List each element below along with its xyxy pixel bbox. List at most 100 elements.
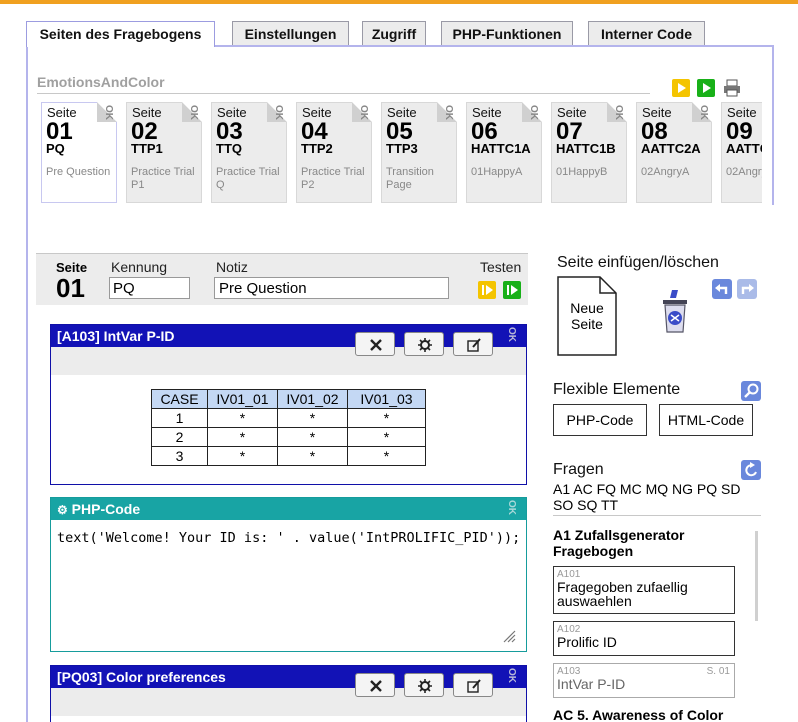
table-cell: * [347, 408, 426, 428]
page-card-code: TTP3 [386, 141, 418, 156]
page-card-code: PQ [46, 141, 65, 156]
question-text: IntVar P-ID [557, 676, 626, 692]
ok-mark: OK [443, 105, 454, 120]
page-card-code: AATTC2B [726, 141, 762, 156]
test-page-icon[interactable] [478, 281, 496, 299]
php-code-text[interactable]: text('Welcome! Your ID is: ' . value('In… [57, 530, 520, 546]
tab-settings[interactable]: Einstellungen [232, 21, 349, 45]
tab-pages[interactable]: Seiten des Fragebogens [26, 21, 215, 47]
question-text: Fragegoben zufaellig auswaehlen [557, 579, 688, 609]
tab-php-functions[interactable]: PHP-Funktionen [441, 21, 573, 45]
settings-button[interactable] [404, 673, 444, 697]
divider [553, 515, 761, 516]
page-card-01[interactable]: Seite 01 PQ Pre Question OK [41, 102, 117, 203]
table-cell: * [347, 427, 426, 447]
redo-icon[interactable] [737, 279, 757, 299]
table-cell: * [207, 427, 278, 447]
page-card-note: 02AngryA [641, 166, 690, 178]
testen-label: Testen [480, 259, 522, 275]
remove-button[interactable] [355, 673, 395, 697]
page-card-code: AATTC2A [641, 141, 701, 156]
table-cell: 3 [151, 446, 208, 466]
page-card-02[interactable]: Seite 02 TTP1 Practice Trial P1 OK [126, 102, 202, 203]
color-preferences-box: [PQ03] Color preferences OK [50, 665, 527, 722]
page-card-note: 01HappyA [471, 166, 523, 178]
kennung-input[interactable] [109, 277, 190, 299]
divider [37, 93, 650, 94]
ok-mark: OK [698, 105, 709, 120]
question-item-a101[interactable]: A101 Fragegoben zufaellig auswaehlen [553, 566, 735, 614]
table-cell: * [277, 408, 348, 428]
question-group-a1[interactable]: A1 Zufallsgenerator Fragebogen [553, 527, 684, 559]
ok-mark: OK [273, 105, 284, 120]
settings-button[interactable] [404, 332, 444, 356]
edit-button[interactable] [453, 673, 493, 697]
kennung-label: Kennung [111, 259, 168, 275]
question-type-filter[interactable]: A1 AC FQ MC MQ NG PQ SD SO SQ TT [553, 481, 753, 513]
table-cell: * [207, 446, 278, 466]
page-card-code: HATTC1A [471, 141, 531, 156]
intvar-box-title: [A103] IntVar P-ID [57, 328, 175, 344]
page-card-03[interactable]: Seite 03 TTQ Practice Trial Q OK [211, 102, 287, 203]
new-page-label-1: Neue [570, 300, 604, 316]
page-card-note: Pre Question [46, 166, 111, 178]
tab-internal-code[interactable]: Interner Code [588, 21, 705, 45]
group-title-line-1: A1 Zufallsgenerator [553, 527, 685, 543]
page-card-07[interactable]: Seite 07 HATTC1B 01HappyB OK [551, 102, 627, 203]
ok-mark: OK [188, 105, 199, 120]
table-header-cell: IV01_01 [207, 389, 278, 409]
edit-button[interactable] [453, 332, 493, 356]
table-row: 1 * * * [151, 408, 426, 428]
new-page-label-2: Seite [571, 316, 603, 332]
ok-mark: OK [528, 105, 539, 120]
question-group-ac[interactable]: AC 5. Awareness of Color [553, 707, 723, 722]
close-icon [370, 680, 382, 692]
resize-handle-icon[interactable] [500, 627, 516, 643]
table-cell: * [277, 427, 348, 447]
group-title-line-2: Fragebogen [553, 543, 634, 559]
notiz-input[interactable] [214, 277, 449, 299]
page-card-04[interactable]: Seite 04 TTP2 Practice Trial P2 OK [296, 102, 372, 203]
page-card-05[interactable]: Seite 05 TTP3 Transition Page OK [381, 102, 457, 203]
tab-access[interactable]: Zugriff [362, 21, 426, 45]
php-box-title: PHP-Code [71, 501, 141, 517]
page-card-code: TTP2 [301, 141, 333, 156]
page-card-note: 01HappyB [556, 166, 608, 178]
test-questionnaire-icon[interactable] [697, 79, 715, 97]
html-code-button[interactable]: HTML-Code [659, 404, 753, 436]
print-icon[interactable] [722, 78, 740, 97]
insert-delete-title: Seite einfügen/löschen [557, 254, 719, 271]
php-box-header: ⚙ PHP-Code OK [51, 498, 526, 520]
ok-mark: OK [103, 105, 114, 120]
questions-scrollbar[interactable] [755, 531, 758, 621]
page-card-code: TTQ [216, 141, 242, 156]
ok-mark: OK [613, 105, 624, 120]
page-card-code: TTP1 [131, 141, 163, 156]
questions-title: Fragen [553, 461, 604, 478]
table-header-cell: CASE [151, 389, 208, 409]
ok-mark: OK [506, 500, 517, 515]
question-item-a103[interactable]: A103 S. 01 IntVar P-ID [553, 663, 735, 698]
ok-mark: OK [506, 327, 517, 342]
new-page-button[interactable]: Neue Seite [557, 276, 617, 356]
page-strip: Seite 01 PQ Pre Question OK Seite 02 TTP1 Practi… [36, 100, 762, 205]
edit-icon [467, 679, 481, 693]
test-from-page-icon[interactable] [672, 79, 690, 97]
flex-elements-title: Flexible Elemente [553, 381, 681, 398]
edit-icon [467, 338, 481, 352]
search-icon[interactable] [741, 381, 761, 401]
test-page-from-here-icon[interactable] [503, 281, 521, 299]
page-card-08[interactable]: Seite 08 AATTC2A 02AngryA OK [636, 102, 712, 203]
refresh-icon[interactable] [741, 460, 761, 480]
table-row: 2 * * * [151, 427, 426, 447]
remove-button[interactable] [355, 332, 395, 356]
php-code-button[interactable]: PHP-Code [553, 404, 647, 436]
trash-icon[interactable] [658, 288, 692, 334]
notiz-label: Notiz [216, 259, 248, 275]
page-card-09[interactable]: Seite09AATTC2B02AngryBOK [721, 102, 762, 203]
page-card-note: Practice Trial P2 [301, 166, 365, 191]
page-card-06[interactable]: Seite 06 HATTC1A 01HappyA OK [466, 102, 542, 203]
question-item-a102[interactable]: A102 Prolific ID [553, 621, 735, 656]
undo-icon[interactable] [712, 279, 732, 299]
php-code-box: ⚙ PHP-Code OK text('Welcome! Your ID is:… [50, 497, 527, 652]
